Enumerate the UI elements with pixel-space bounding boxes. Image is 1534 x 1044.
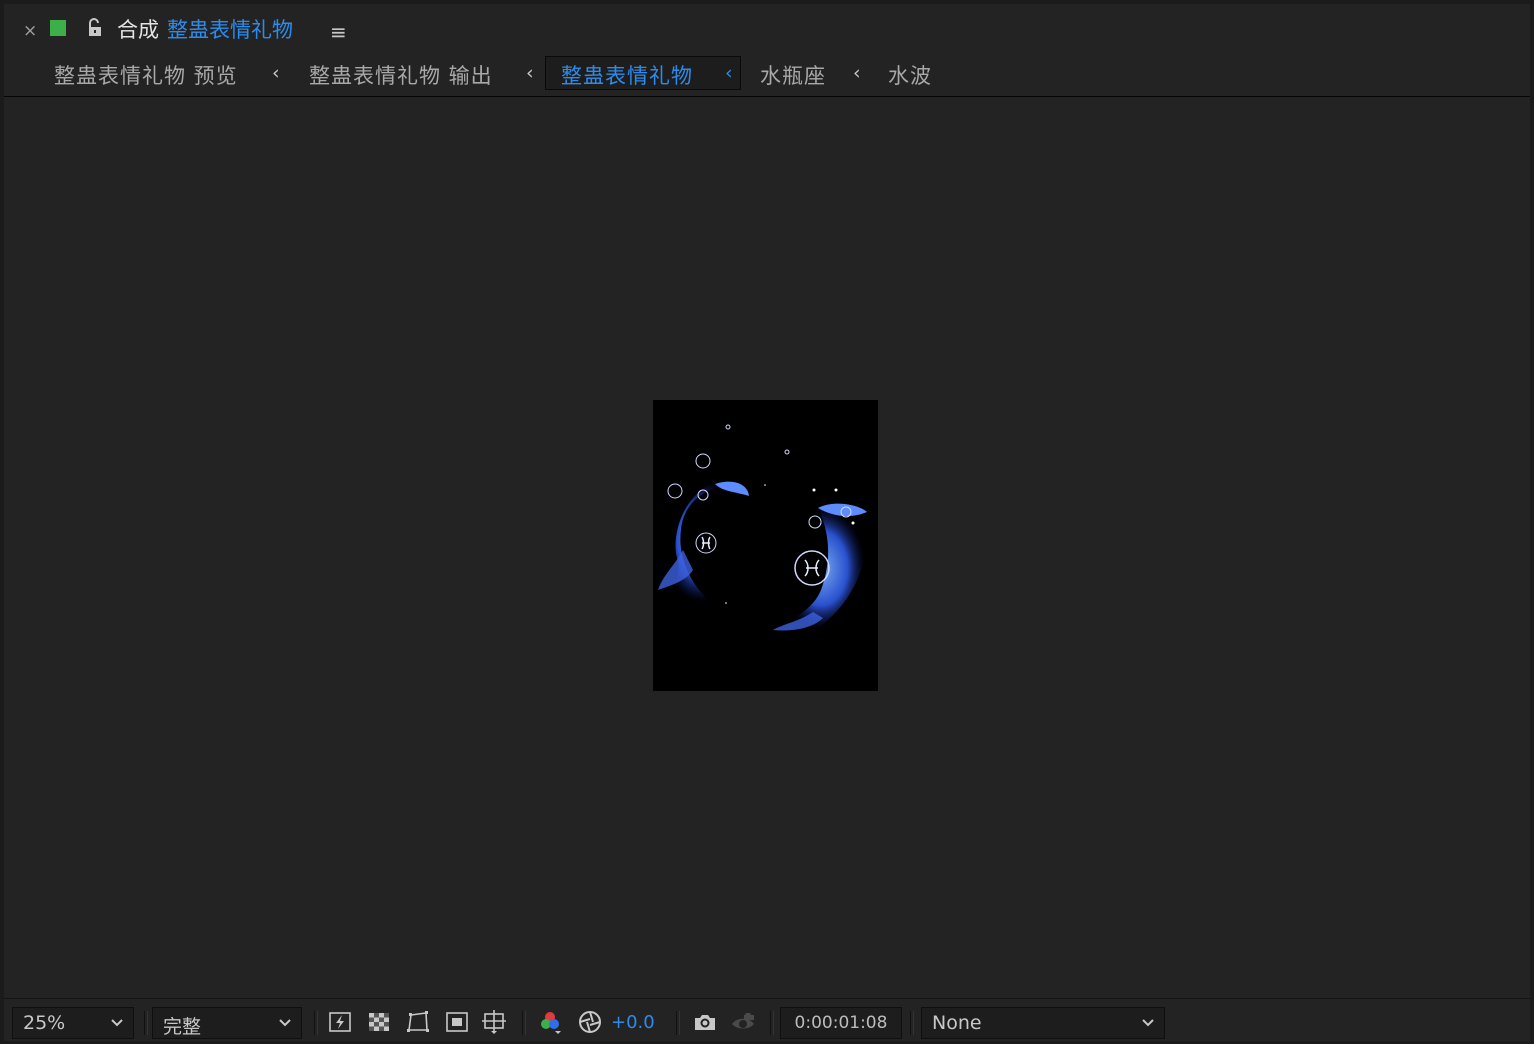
toolbar-divider <box>910 1011 914 1035</box>
toolbar-divider <box>770 1011 774 1035</box>
reset-exposure-icon[interactable] <box>577 1009 603 1035</box>
chevron-left-icon: ‹ <box>853 62 861 84</box>
show-snapshot-icon[interactable] <box>730 1009 756 1035</box>
panel-title-prefix: 合成 <box>117 18 159 42</box>
chevron-left-icon: ‹ <box>725 62 733 84</box>
resolution-dropdown[interactable]: 完整 <box>152 1007 302 1039</box>
chevron-down-icon <box>279 1019 291 1027</box>
view-options-dropdown[interactable]: None <box>921 1007 1165 1039</box>
guides-icon[interactable] <box>481 1009 507 1035</box>
transparency-grid-icon[interactable] <box>366 1009 392 1035</box>
chevron-down-icon <box>1142 1019 1154 1027</box>
breadcrumb-water-wave[interactable]: 水波 <box>888 60 932 90</box>
composition-viewer[interactable] <box>4 97 1530 997</box>
exposure-value[interactable]: +0.0 <box>611 1012 655 1033</box>
viewer-toolbar: 25% 完整 +0.0 0:00:01:08 None <box>4 998 1530 1041</box>
composition-panel: × 合成 整蛊表情礼物 ≡ 整蛊表情礼物 预览 ‹ 整蛊表情礼物 输出 ‹ 整蛊表… <box>4 4 1530 1041</box>
fast-previews-icon[interactable] <box>327 1009 353 1035</box>
toolbar-divider <box>522 1011 526 1035</box>
zoom-dropdown[interactable]: 25% <box>12 1007 134 1039</box>
chevron-left-icon: ‹ <box>272 62 280 84</box>
snapshot-icon[interactable] <box>692 1009 718 1035</box>
close-panel-icon[interactable]: × <box>23 21 37 41</box>
panel-header: × 合成 整蛊表情礼物 ≡ <box>4 4 1530 52</box>
breadcrumb-current[interactable]: 整蛊表情礼物 <box>561 60 693 90</box>
panel-title: 合成 整蛊表情礼物 <box>117 14 293 44</box>
toolbar-divider <box>676 1011 680 1035</box>
breadcrumb-aquarius[interactable]: 水瓶座 <box>760 60 826 90</box>
view-option-value: None <box>932 1012 982 1034</box>
label-color-swatch[interactable] <box>50 20 66 36</box>
panel-menu-icon[interactable]: ≡ <box>330 20 347 44</box>
zoom-value: 25% <box>23 1012 66 1034</box>
resolution-value: 完整 <box>163 1016 202 1038</box>
region-of-interest-icon[interactable] <box>444 1009 470 1035</box>
breadcrumb-output[interactable]: 整蛊表情礼物 输出 <box>309 60 493 90</box>
breadcrumb-preview[interactable]: 整蛊表情礼物 预览 <box>54 60 238 90</box>
composition-name[interactable]: 整蛊表情礼物 <box>167 18 293 42</box>
composition-breadcrumbs: 整蛊表情礼物 预览 ‹ 整蛊表情礼物 输出 ‹ 整蛊表情礼物 ‹ 水瓶座 ‹ 水… <box>4 52 1530 97</box>
toolbar-divider <box>144 1011 148 1035</box>
current-time-display[interactable]: 0:00:01:08 <box>780 1007 902 1039</box>
unlock-icon[interactable] <box>86 18 104 38</box>
chevron-down-icon <box>111 1019 123 1027</box>
chevron-left-icon: ‹ <box>526 62 534 84</box>
mask-path-icon[interactable] <box>405 1009 431 1035</box>
composition-frame[interactable] <box>653 400 878 691</box>
toolbar-divider <box>314 1011 318 1035</box>
color-channels-icon[interactable] <box>537 1009 563 1035</box>
